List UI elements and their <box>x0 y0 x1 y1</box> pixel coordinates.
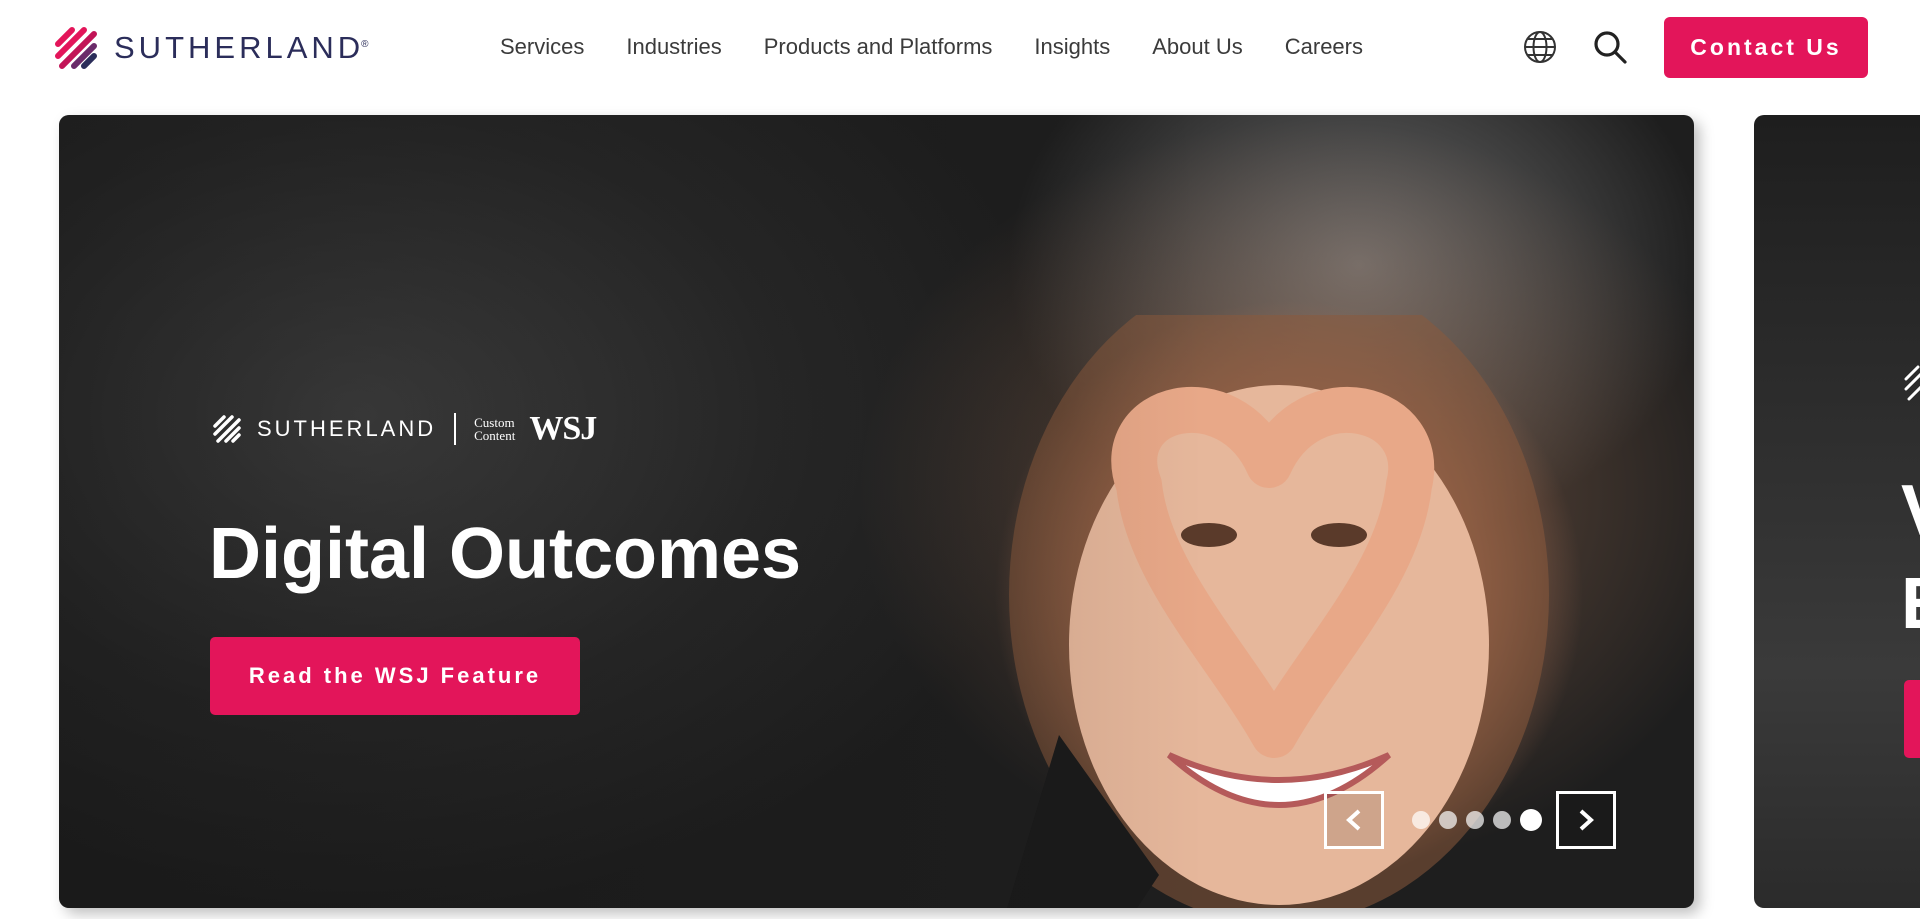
hero-title: Digital Outcomes <box>209 514 802 594</box>
sutherland-logo-icon <box>55 27 97 69</box>
logo-registered-mark: ® <box>361 38 373 50</box>
peek-title-line-2: E <box>1901 563 1920 645</box>
hero-overlay <box>59 115 1694 908</box>
nav-item-about-us[interactable]: About Us <box>1152 30 1243 64</box>
carousel-dot-1[interactable] <box>1412 811 1430 829</box>
chevron-right-icon <box>1579 809 1594 831</box>
carousel-next-button[interactable] <box>1556 791 1616 849</box>
carousel-dots <box>1412 809 1542 831</box>
carousel-dot-5[interactable] <box>1520 809 1542 831</box>
carousel-controls <box>1324 791 1616 849</box>
peek-title-line-1: V <box>1901 470 1920 552</box>
search-button[interactable] <box>1591 28 1629 66</box>
cobrand-divider <box>454 413 457 445</box>
contact-us-button[interactable]: Contact Us <box>1664 17 1868 78</box>
carousel-dot-3[interactable] <box>1466 811 1484 829</box>
next-slide-peek[interactable]: V E <box>1754 115 1920 908</box>
globe-icon <box>1524 31 1556 63</box>
read-wsj-feature-button[interactable]: Read the WSJ Feature <box>210 637 580 715</box>
hero-slide: SUTHERLAND Custom Content WSJ Digital Ou… <box>59 115 1694 908</box>
custom-content-line-2: Content <box>474 428 516 443</box>
nav-item-insights[interactable]: Insights <box>1034 30 1110 64</box>
carousel-dot-2[interactable] <box>1439 811 1457 829</box>
custom-content-label: Custom Content <box>474 416 515 442</box>
sutherland-mark-icon <box>1904 365 1920 401</box>
carousel-prev-button[interactable] <box>1324 791 1384 849</box>
site-header: SUTHERLAND® Services Industries Products… <box>0 0 1920 95</box>
sutherland-logo[interactable]: SUTHERLAND® <box>52 24 373 72</box>
sutherland-mark-icon <box>213 415 241 443</box>
nav-item-industries[interactable]: Industries <box>626 30 721 64</box>
main-nav: Services Industries Products and Platfor… <box>500 30 1363 64</box>
chevron-left-icon <box>1346 809 1361 831</box>
peek-cta-button[interactable] <box>1904 680 1920 758</box>
nav-item-services[interactable]: Services <box>500 30 584 64</box>
sutherland-wsj-cobrand: SUTHERLAND Custom Content WSJ <box>211 410 597 448</box>
carousel-dot-4[interactable] <box>1493 811 1511 829</box>
wsj-logo: WSJ <box>529 410 597 447</box>
search-icon <box>1594 31 1627 64</box>
logo-wordmark: SUTHERLAND® <box>114 30 373 65</box>
cobrand-sutherland-wordmark: SUTHERLAND <box>257 416 437 441</box>
language-selector-button[interactable] <box>1521 28 1559 66</box>
nav-item-careers[interactable]: Careers <box>1285 30 1363 64</box>
nav-item-products-and-platforms[interactable]: Products and Platforms <box>764 30 993 64</box>
